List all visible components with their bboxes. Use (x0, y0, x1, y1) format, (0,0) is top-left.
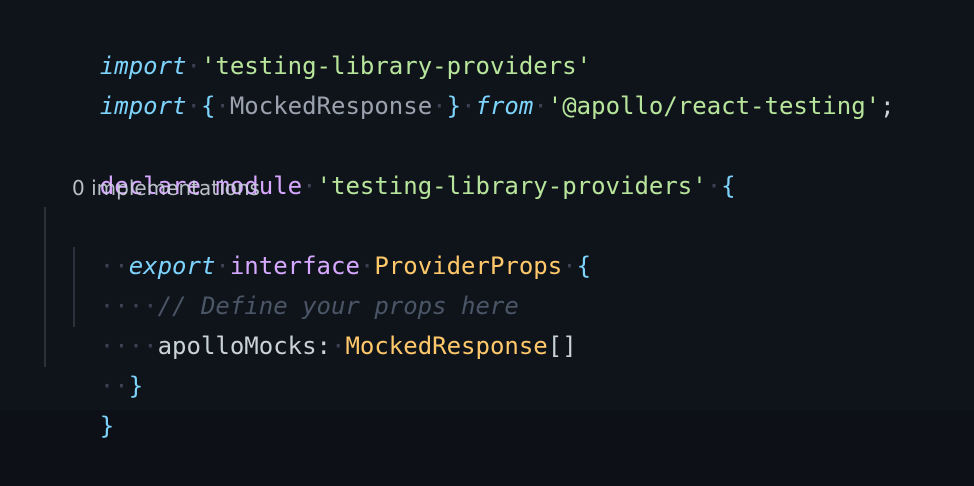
close-brace: } (128, 372, 144, 400)
semicolon: ; (880, 92, 895, 120)
code-line-4[interactable]: declare·module·'testing-library-provider… (42, 126, 736, 200)
code-line-1[interactable]: import·'testing-library-providers' (42, 6, 591, 80)
from-keyword: from (475, 92, 534, 120)
whitespace-dot: · (186, 92, 201, 120)
code-line-2[interactable]: import·{·MockedResponse·}·from·'@apollo/… (42, 46, 895, 120)
whitespace-dot: · (302, 172, 317, 200)
property-name: apolloMocks (157, 332, 317, 360)
whitespace-dot: · (461, 92, 476, 120)
code-line-8[interactable]: ··} (42, 326, 143, 400)
whitespace-dot: · (432, 92, 447, 120)
whitespace-dot: · (215, 92, 230, 120)
whitespace-dot: · (533, 92, 548, 120)
open-brace: { (721, 172, 736, 200)
property-type: MockedResponse (345, 332, 548, 360)
whitespace-dot: · (706, 172, 722, 200)
import-keyword: import (99, 92, 187, 120)
module-string: '@apollo/react-testing' (547, 92, 881, 120)
code-editor[interactable]: import·'testing-library-providers' impor… (0, 0, 974, 440)
array-brackets: [] (547, 332, 577, 360)
code-line-6[interactable]: ····// Define your props here (42, 246, 519, 320)
close-brace: } (446, 92, 462, 120)
open-brace: { (576, 252, 592, 280)
code-line-5[interactable]: ··export·interface·ProviderProps·{ (42, 206, 591, 280)
codelens-implementations-link[interactable]: 0 implementations (72, 171, 260, 205)
code-line-9[interactable]: } (42, 366, 114, 440)
whitespace-dot: · (562, 252, 577, 280)
code-line-7[interactable]: ····apolloMocks:·MockedResponse[] (42, 286, 577, 360)
open-brace: { (200, 92, 216, 120)
imported-type-name: MockedResponse (229, 92, 433, 120)
module-string: 'testing-library-providers' (316, 172, 707, 200)
colon: : (316, 332, 331, 360)
whitespace-dot: · (331, 332, 346, 360)
close-brace: } (99, 412, 115, 440)
